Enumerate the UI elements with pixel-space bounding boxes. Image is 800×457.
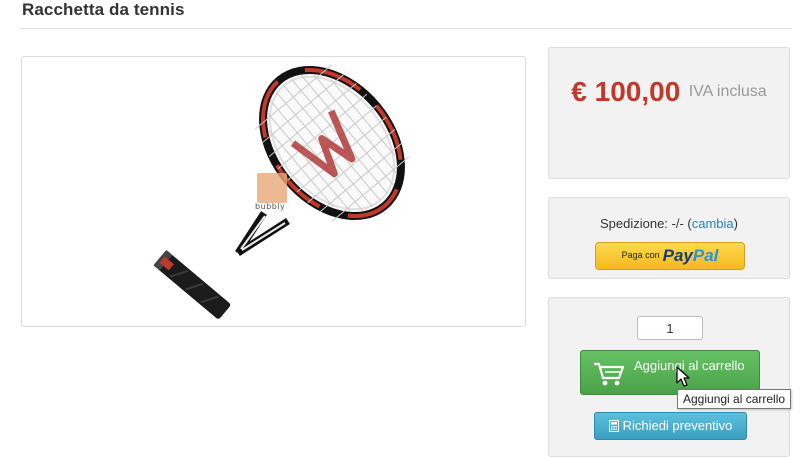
page-title: Racchetta da tennis <box>22 0 185 19</box>
shipping-close-paren: ) <box>733 216 739 231</box>
request-quote-label: Richiedi preventivo <box>622 418 733 433</box>
product-price: € 100,00 <box>571 76 681 107</box>
cart-box: Aggiungi al carrello Richiedi preventivo <box>548 297 790 457</box>
watermark-logo: bubbly <box>255 173 289 211</box>
product-image-panel[interactable]: bubbly <box>21 56 526 327</box>
quantity-input[interactable] <box>637 316 703 340</box>
change-shipping-link[interactable]: cambia <box>692 216 734 231</box>
shipping-label: Spedizione: -/- ( <box>599 216 692 231</box>
pointer-cursor-icon <box>676 366 690 387</box>
paypal-logo: PayPal <box>662 246 719 265</box>
add-to-cart-tooltip: Aggiungi al carrello <box>677 389 792 409</box>
paypal-prefix: Paga con <box>621 250 660 260</box>
shipping-box: Spedizione: -/- (cambia) Paga con PayPal <box>548 197 790 279</box>
request-quote-button[interactable]: Richiedi preventivo <box>594 412 747 440</box>
calculator-icon <box>608 419 619 432</box>
cart-icon <box>594 362 625 386</box>
title-divider <box>20 28 792 29</box>
vat-note: IVA inclusa <box>688 83 767 100</box>
price-box: € 100,00 IVA inclusa <box>548 47 790 179</box>
paypal-button[interactable]: Paga con PayPal <box>595 242 745 270</box>
